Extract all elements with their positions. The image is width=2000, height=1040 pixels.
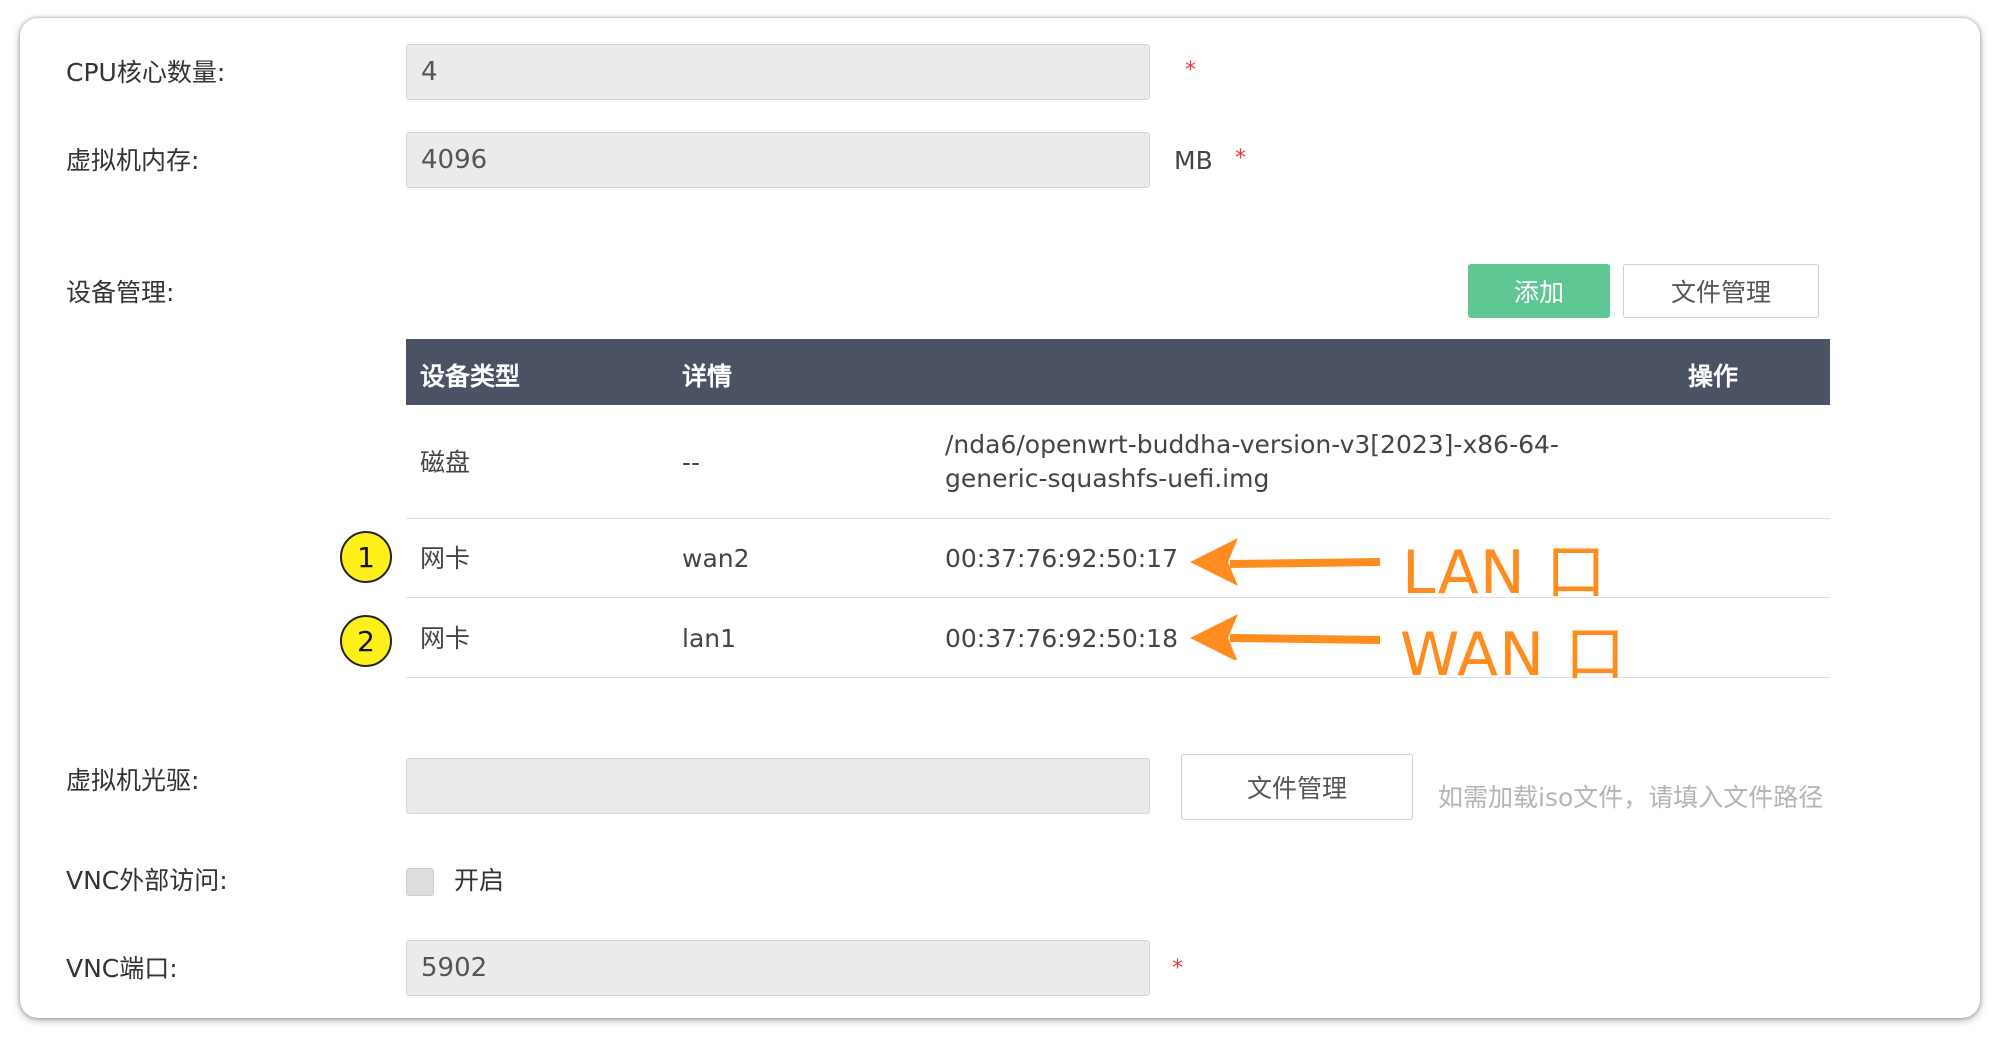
required-mark: * — [1185, 58, 1196, 83]
annotation-arrows — [1190, 538, 1380, 660]
annotation-lan-port: LAN 口 — [1402, 538, 1607, 608]
row-divider — [406, 518, 1830, 519]
required-mark: * — [1172, 956, 1183, 981]
vnc-access-option-label: 开启 — [454, 866, 505, 895]
row2-detail: 00:37:76:92:50:17 — [945, 544, 1178, 573]
row1-type: 磁盘 — [420, 448, 471, 477]
cpu-cores-label: CPU核心数量: — [66, 58, 226, 87]
header-device-type: 设备类型 — [420, 362, 521, 391]
row3-name: lan1 — [682, 624, 737, 653]
row2-name: wan2 — [682, 544, 750, 573]
badge-1: 1 — [340, 531, 392, 583]
row-divider — [406, 597, 1830, 598]
vm-cdrom-label: 虚拟机光驱: — [66, 766, 200, 795]
header-detail: 详情 — [682, 362, 733, 391]
arrow-icon — [1190, 614, 1380, 660]
row3-type: 网卡 — [420, 624, 471, 653]
memory-unit: MB — [1174, 146, 1213, 175]
cdrom-file-manage-button[interactable]: 文件管理 — [1181, 754, 1413, 820]
row1-name: -- — [682, 448, 701, 477]
required-mark: * — [1235, 146, 1246, 171]
vm-memory-label: 虚拟机内存: — [66, 146, 200, 175]
add-device-button[interactable]: 添加 — [1468, 264, 1610, 318]
row2-type: 网卡 — [420, 544, 471, 573]
vnc-port-label: VNC端口: — [66, 954, 178, 983]
row1-detail-line1: /nda6/openwrt-buddha-version-v3[2023]-x8… — [945, 430, 1559, 459]
annotation-wan-port: WAN 口 — [1400, 620, 1627, 690]
file-manage-button[interactable]: 文件管理 — [1623, 264, 1819, 318]
badge-2: 2 — [340, 615, 392, 667]
vnc-access-checkbox[interactable] — [406, 868, 434, 896]
row1-detail-line2: generic-squashfs-uefi.img — [945, 464, 1270, 493]
device-table-header: 设备类型 详情 操作 — [406, 339, 1830, 405]
cdrom-hint: 如需加载iso文件，请填入文件路径 — [1438, 783, 1824, 812]
row3-detail: 00:37:76:92:50:18 — [945, 624, 1178, 653]
header-actions: 操作 — [1688, 362, 1739, 391]
vm-cdrom-input[interactable] — [406, 758, 1150, 814]
cpu-cores-input[interactable]: 4 — [406, 44, 1150, 100]
vnc-access-label: VNC外部访问: — [66, 866, 228, 895]
device-management-label: 设备管理: — [66, 278, 175, 307]
vnc-port-input[interactable]: 5902 — [406, 940, 1150, 996]
arrow-icon — [1190, 538, 1380, 586]
vm-memory-input[interactable]: 4096 — [406, 132, 1150, 188]
